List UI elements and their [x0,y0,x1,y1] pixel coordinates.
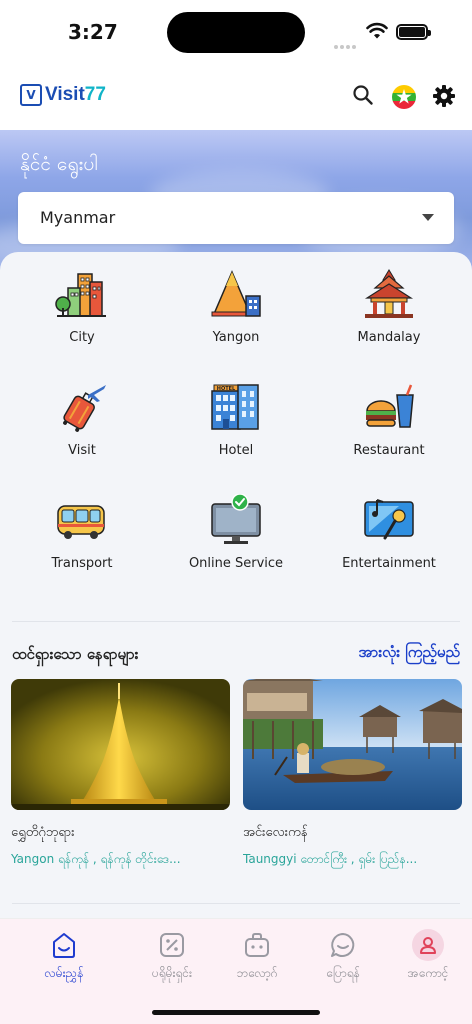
home-face-icon [48,929,80,961]
status-time: 3:27 [68,20,118,44]
tab-label: ပြောရန် [326,966,360,980]
category-visit[interactable]: Visit [7,381,157,458]
category-label: Mandalay [357,330,421,345]
popular-places-title: ထင်ရှားသော နေရာများ [12,645,139,663]
user-icon [412,929,444,961]
country-select[interactable]: Myanmar [18,192,454,244]
place-name: ရွှေတိဂုံဘုရား [11,825,75,840]
category-label: Online Service [188,556,284,571]
tab-label: ပရိုမိုးရှင်း [151,966,193,980]
place-location: Yangon ရန်ကုန် , ရန်ကုန် တိုင်းဒေ... [11,852,181,866]
place-image [11,679,230,810]
section-divider [12,903,460,904]
search-icon[interactable] [352,84,374,110]
suitcase-icon [241,929,273,961]
luggage-icon [54,381,110,437]
coupon-icon [156,929,188,961]
category-label: Hotel [218,443,254,458]
place-name: အင်းလေးကန် [243,825,308,840]
category-yangon[interactable]: Yangon [161,268,311,345]
place-image [243,679,462,810]
caret-down-icon [422,214,434,221]
category-label: Entertainment [342,556,436,571]
wifi-icon [366,22,388,44]
section-divider [12,621,460,622]
status-bar: 3:27 [0,0,472,64]
chat-icon [327,929,359,961]
signal-icon [334,34,358,53]
category-label: Visit [68,443,96,458]
battery-icon [396,24,431,40]
category-label: City [69,330,95,345]
gear-icon[interactable] [432,84,456,112]
category-label: Restaurant [353,443,425,458]
bottom-tab-bar: လမ်းညွှန် ပရိုမိုးရှင်း ဘလော့ဂ် ပြောရန် … [0,918,472,1024]
place-location: Taunggyi တောင်ကြီး , ရှမ်း ပြည်န... [243,852,418,866]
category-online-service[interactable]: Online Service [161,493,311,571]
category-label: Transport [51,556,113,571]
category-city[interactable]: City [7,268,157,345]
tab-account[interactable]: အကောင့် [383,929,472,983]
tab-home[interactable]: လမ်းညွှန် [19,929,109,983]
tab-label: လမ်းညွှန် [44,966,84,980]
place-card-shwedagon[interactable]: ရွှေတိဂုံဘုရား Yangon ရန်ကုန် , ရန်ကုန် … [11,679,230,869]
city-icon [54,268,110,324]
tab-chat[interactable]: ပြောရန် [298,929,388,983]
place-card-inle-lake[interactable]: အင်းလေးကန် Taunggyi တောင်ကြီး , ရှမ်း ပြ… [243,679,462,869]
country-select-value: Myanmar [40,208,116,227]
hotel-icon: HOTEL [208,381,264,437]
category-transport[interactable]: Transport [7,494,157,571]
home-indicator [152,1010,320,1015]
bus-icon [54,494,110,550]
palace-icon [361,268,417,324]
tab-blog[interactable]: ဘလော့ဂ် [212,929,302,983]
logo-mark: V [20,84,42,106]
see-all-link[interactable]: အားလုံး ကြည့်မည် [358,643,460,665]
country-prompt: နိုင်ငံ ရွေးပါ [20,153,98,175]
pagoda-icon [208,268,264,324]
tab-label: အကောင့် [407,966,449,980]
category-entertainment[interactable]: Entertainment [314,494,464,571]
app-header: V Visit77 [0,64,472,130]
myanmar-flag-icon[interactable] [392,85,416,109]
tab-label: ဘလော့ဂ် [236,966,278,980]
category-label: Yangon [212,330,260,345]
logo-text: Visit77 [45,84,106,106]
monitor-check-icon [208,493,264,550]
brand-name: Visit [45,84,85,105]
category-hotel[interactable]: HOTEL Hotel [161,381,311,458]
dynamic-island [167,12,305,53]
brand-number: 77 [84,84,106,105]
category-restaurant[interactable]: Restaurant [314,381,464,458]
tab-promotion[interactable]: ပရိုမိုးရှင်း [127,929,217,983]
burger-drink-icon [361,381,417,437]
music-mic-icon [361,494,417,550]
app-logo[interactable]: V Visit77 [20,84,106,106]
category-mandalay[interactable]: Mandalay [314,268,464,345]
